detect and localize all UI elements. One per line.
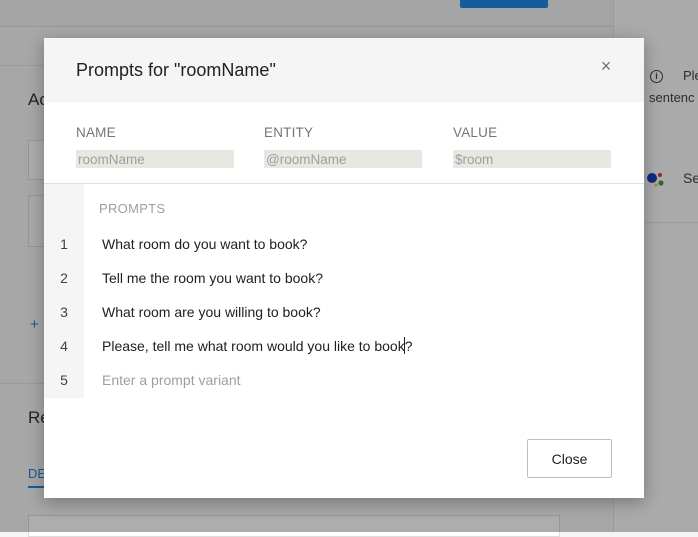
prompt-row: 4 bbox=[44, 330, 644, 364]
prompt-row: 1 bbox=[44, 228, 644, 262]
dialog-header: Prompts for "roomName" × bbox=[44, 38, 644, 102]
prompt-input[interactable] bbox=[102, 234, 602, 254]
divider bbox=[44, 183, 644, 184]
prompt-number: 3 bbox=[60, 304, 68, 320]
prompt-input[interactable] bbox=[102, 268, 602, 288]
prompt-number: 1 bbox=[60, 236, 68, 252]
dialog-title: Prompts for "roomName" bbox=[76, 60, 276, 80]
value-field bbox=[453, 150, 611, 168]
close-icon[interactable]: × bbox=[596, 56, 616, 76]
entity-label: ENTITY bbox=[264, 125, 314, 140]
prompt-input[interactable] bbox=[102, 336, 602, 356]
new-prompt-row: 5 bbox=[44, 364, 644, 398]
name-field bbox=[76, 150, 234, 168]
prompts-label: PROMPTS bbox=[99, 201, 166, 216]
text-cursor bbox=[404, 337, 405, 354]
prompt-number: 2 bbox=[60, 270, 68, 286]
prompt-row: 3 bbox=[44, 296, 644, 330]
prompt-number: 4 bbox=[60, 338, 68, 354]
prompt-input[interactable] bbox=[102, 302, 602, 322]
prompt-row: 2 bbox=[44, 262, 644, 296]
prompts-dialog: Prompts for "roomName" × NAME ENTITY VAL… bbox=[44, 38, 644, 498]
new-prompt-input[interactable] bbox=[102, 370, 602, 390]
prompt-number: 5 bbox=[60, 372, 68, 388]
entity-field bbox=[264, 150, 422, 168]
close-button[interactable]: Close bbox=[527, 439, 612, 478]
value-label: VALUE bbox=[453, 125, 498, 140]
name-label: NAME bbox=[76, 125, 116, 140]
